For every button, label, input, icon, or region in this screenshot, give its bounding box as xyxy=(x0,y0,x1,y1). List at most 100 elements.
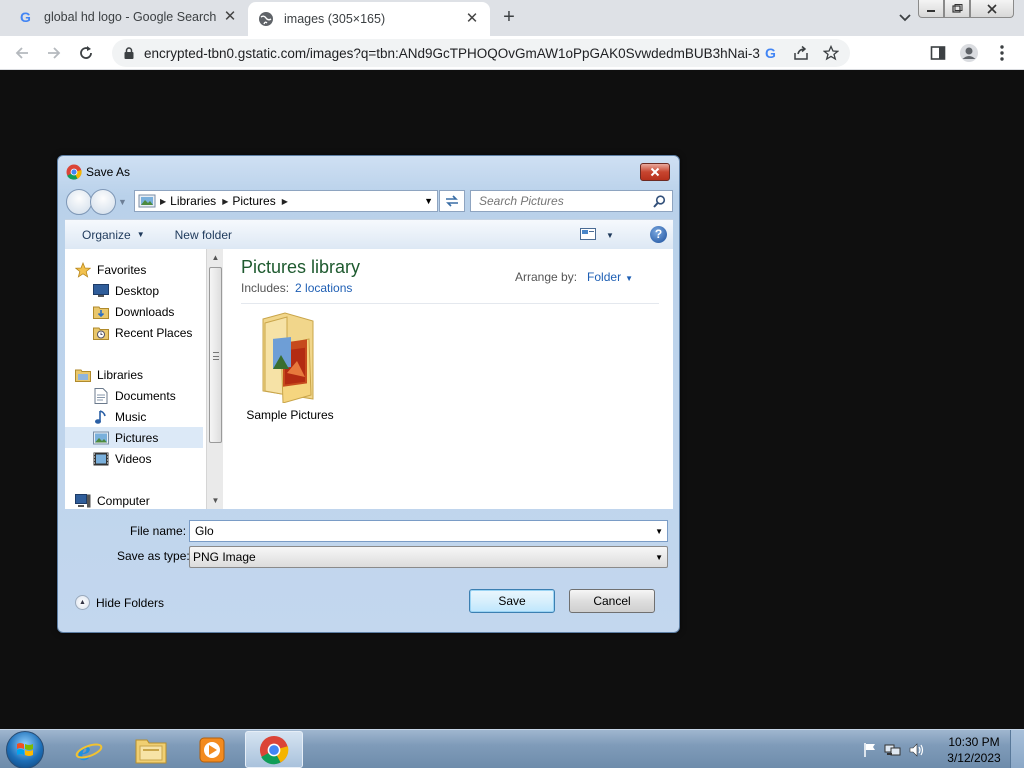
breadcrumb-separator-icon[interactable]: ▶ xyxy=(282,197,288,206)
reload-icon[interactable] xyxy=(74,41,98,65)
help-icon[interactable]: ? xyxy=(650,226,667,243)
nav-desktop[interactable]: Desktop xyxy=(93,280,205,301)
media-player-icon[interactable] xyxy=(183,731,241,768)
tab-title: images (305×165) xyxy=(284,12,386,26)
browser-tab-strip: G global hd logo - Google Search ✕ image… xyxy=(0,0,1024,36)
dialog-title-bar: Save As xyxy=(66,164,130,180)
arrange-by: Arrange by: Folder ▼ xyxy=(515,270,633,284)
search-box[interactable] xyxy=(470,190,673,212)
chevron-down-icon[interactable]: ▼ xyxy=(655,527,663,536)
nav-downloads[interactable]: Downloads xyxy=(93,301,205,322)
libraries-icon xyxy=(75,367,91,383)
close-tab-icon[interactable]: ✕ xyxy=(464,11,480,27)
clock-time: 10:30 PM xyxy=(948,735,1000,749)
includes-label: Includes: xyxy=(241,281,290,295)
recent-locations-dropdown-icon[interactable]: ▼ xyxy=(118,197,127,207)
music-note-icon xyxy=(93,409,109,425)
side-panel-icon[interactable] xyxy=(926,41,950,65)
address-dropdown-icon[interactable]: ▼ xyxy=(424,196,433,206)
nav-videos[interactable]: Videos xyxy=(93,448,205,469)
refresh-button[interactable] xyxy=(439,190,465,212)
windows-logo-icon xyxy=(17,743,33,756)
kebab-menu-icon[interactable] xyxy=(990,41,1014,65)
arrange-by-label: Arrange by: xyxy=(515,270,578,284)
chevron-down-icon[interactable]: ▼ xyxy=(625,274,633,283)
back-button[interactable] xyxy=(66,189,92,215)
tab-images[interactable]: images (305×165) ✕ xyxy=(248,2,490,36)
save-as-dialog: Save As ▼ ▶ Libraries ▶ Pictures ▶ ▼ Org… xyxy=(57,155,680,633)
new-tab-button[interactable]: + xyxy=(498,6,520,28)
breadcrumb-separator-icon[interactable]: ▶ xyxy=(222,197,228,206)
nav-music[interactable]: Music xyxy=(93,406,205,427)
svg-text:G: G xyxy=(20,9,31,25)
address-bar[interactable]: encrypted-tbn0.gstatic.com/images?q=tbn:… xyxy=(112,39,850,67)
videos-film-icon xyxy=(93,451,109,467)
arrange-by-dropdown[interactable]: Folder xyxy=(587,270,621,284)
show-desktop-button[interactable] xyxy=(1010,730,1024,768)
file-name-field[interactable]: Glo ▼ xyxy=(189,520,668,542)
locations-link[interactable]: 2 locations xyxy=(295,281,352,295)
cancel-button[interactable]: Cancel xyxy=(569,589,655,613)
desktop-icon xyxy=(93,283,109,299)
back-arrow-icon[interactable] xyxy=(10,41,34,65)
minimize-button[interactable] xyxy=(918,0,944,18)
breadcrumb[interactable]: ▶ Libraries ▶ Pictures ▶ ▼ xyxy=(134,190,438,212)
chevron-down-icon: ▼ xyxy=(606,231,614,240)
nav-recent-places[interactable]: Recent Places xyxy=(93,322,205,343)
save-as-type-value: PNG Image xyxy=(193,550,256,564)
restore-button[interactable] xyxy=(944,0,970,18)
nav-libraries[interactable]: Libraries xyxy=(75,364,205,385)
action-center-flag-icon[interactable] xyxy=(862,742,878,758)
nav-computer[interactable]: Computer xyxy=(75,490,205,509)
organize-label: Organize xyxy=(82,227,131,242)
save-button[interactable]: Save xyxy=(469,589,555,613)
network-icon[interactable] xyxy=(884,742,902,758)
tab-search-chevron-icon[interactable] xyxy=(896,8,914,26)
search-icon[interactable] xyxy=(653,195,666,211)
nav-documents[interactable]: Documents xyxy=(93,385,205,406)
nav-pictures[interactable]: Pictures xyxy=(65,427,203,448)
scroll-up-arrow-icon[interactable]: ▲ xyxy=(207,249,224,266)
profile-avatar-icon[interactable] xyxy=(957,41,981,65)
forward-button[interactable] xyxy=(90,189,116,215)
clock[interactable]: 10:30 PM 3/12/2023 xyxy=(944,734,1004,766)
folder-item-sample-pictures[interactable]: Sample Pictures xyxy=(243,311,337,422)
save-as-type-select[interactable]: PNG Image ▼ xyxy=(189,546,668,568)
window-controls xyxy=(918,0,1014,18)
google-lens-icon[interactable]: G xyxy=(760,42,782,64)
downloads-folder-icon xyxy=(93,304,109,320)
tab-google-search[interactable]: G global hd logo - Google Search ✕ xyxy=(8,0,248,34)
bookmark-star-icon[interactable] xyxy=(820,42,842,64)
forward-arrow-icon[interactable] xyxy=(42,41,66,65)
chrome-taskbar-icon[interactable] xyxy=(245,731,303,768)
scrollbar-thumb[interactable] xyxy=(209,267,222,443)
breadcrumb-separator-icon[interactable]: ▶ xyxy=(160,197,166,206)
internet-explorer-icon[interactable]: e xyxy=(60,731,118,768)
window-close-button[interactable] xyxy=(970,0,1014,18)
volume-icon[interactable] xyxy=(908,742,926,758)
windows-explorer-icon[interactable] xyxy=(122,731,180,768)
navigation-pane: Favorites Desktop Downloads Recent Place… xyxy=(65,249,205,509)
new-folder-button[interactable]: New folder xyxy=(175,228,232,242)
scroll-down-arrow-icon[interactable]: ▼ xyxy=(207,492,224,509)
breadcrumb-libraries[interactable]: Libraries xyxy=(170,194,216,208)
lock-icon[interactable] xyxy=(122,46,136,60)
share-icon[interactable] xyxy=(790,42,812,64)
nav-scrollbar[interactable]: ▲ ▼ xyxy=(206,249,223,509)
dialog-close-button[interactable] xyxy=(640,163,670,181)
nav-favorites[interactable]: Favorites xyxy=(75,259,205,280)
nav-label: Videos xyxy=(115,451,152,466)
pictures-icon xyxy=(93,430,109,446)
change-view-button[interactable]: ▼ xyxy=(580,228,614,243)
search-input[interactable] xyxy=(479,194,649,208)
nav-label: Favorites xyxy=(97,262,147,277)
folder-label: Sample Pictures xyxy=(246,408,334,422)
start-button[interactable] xyxy=(6,731,44,768)
history-buttons: ▼ xyxy=(66,189,127,215)
breadcrumb-pictures[interactable]: Pictures xyxy=(232,194,275,208)
hide-folders-toggle[interactable]: ▲ Hide Folders xyxy=(75,595,164,610)
svg-text:G: G xyxy=(765,45,776,61)
close-tab-icon[interactable]: ✕ xyxy=(222,9,238,25)
hide-folders-label: Hide Folders xyxy=(96,595,165,610)
organize-menu-button[interactable]: Organize ▼ xyxy=(82,228,145,242)
